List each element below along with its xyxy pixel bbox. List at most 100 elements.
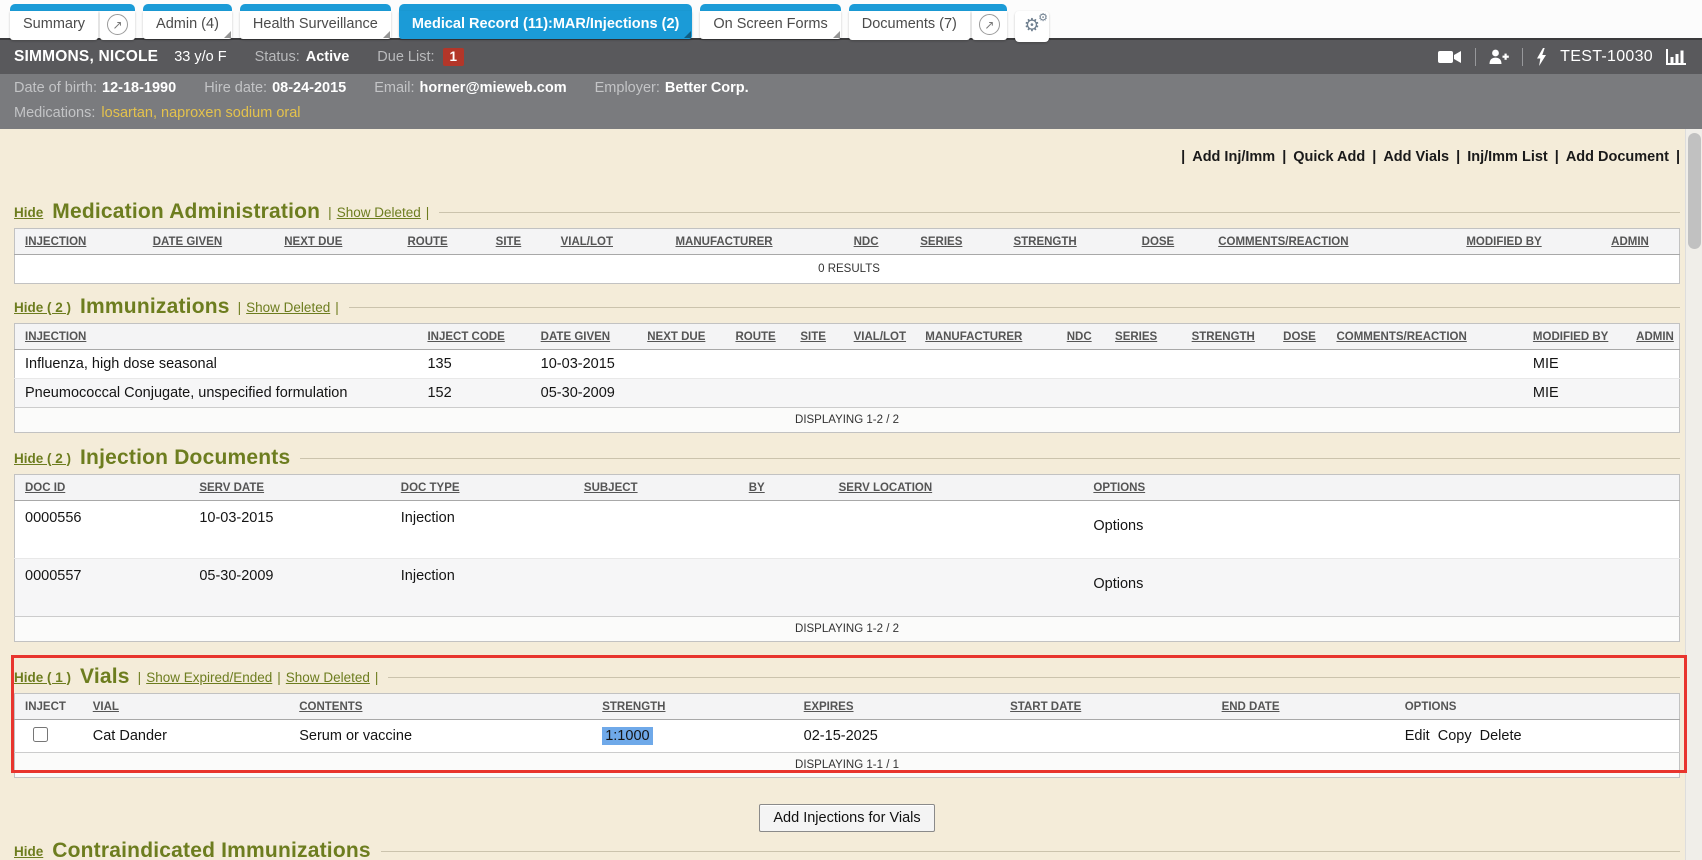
column-header[interactable]: VIAL <box>83 694 289 720</box>
hide-vials-link[interactable]: Hide ( 1 ) <box>14 670 71 685</box>
column-header[interactable]: VIAL/LOT <box>844 324 916 350</box>
employer-value: Better Corp. <box>665 80 749 96</box>
column-header[interactable]: CONTENTS <box>289 694 592 720</box>
vials-section: Hide ( 1 ) Vials |Show Expired/Ended|Sho… <box>14 666 1680 778</box>
vials-table: INJECT VIAL CONTENTS STRENGTH EXPIRES ST… <box>14 693 1680 778</box>
options-link[interactable]: Options <box>1093 518 1143 534</box>
column-header[interactable]: SUBJECT <box>574 475 739 501</box>
quick-add-link[interactable]: Quick Add <box>1293 149 1365 165</box>
column-header[interactable]: DATE GIVEN <box>531 324 638 350</box>
column-header[interactable]: END DATE <box>1212 694 1395 720</box>
column-header[interactable]: NDC <box>1057 324 1105 350</box>
column-header[interactable]: DATE GIVEN <box>143 229 275 255</box>
column-header[interactable]: OPTIONS <box>1083 475 1679 501</box>
gear-small-icon: ⚙ <box>1038 11 1048 26</box>
tab-medical-record[interactable]: Medical Record (11):MAR/Injections (2) <box>399 11 693 39</box>
column-header[interactable]: MANUFACTURER <box>915 324 1057 350</box>
tab-documents-popout[interactable]: ↗ <box>972 11 1007 40</box>
column-header[interactable]: INJECTION <box>15 324 418 350</box>
add-document-link[interactable]: Add Document <box>1566 149 1669 165</box>
add-inj-imm-link[interactable]: Add Inj/Imm <box>1192 149 1275 165</box>
settings-button[interactable]: ⚙⚙ <box>1015 11 1049 42</box>
show-deleted-link[interactable]: Show Deleted <box>246 300 330 315</box>
column-header[interactable]: MODIFIED BY <box>1456 229 1601 255</box>
column-header[interactable]: SERV DATE <box>189 475 390 501</box>
tab-health-surveillance[interactable]: Health Surveillance <box>240 11 391 39</box>
column-header[interactable]: START DATE <box>1000 694 1211 720</box>
medications-links[interactable]: losartan, naproxen sodium oral <box>101 105 300 121</box>
copy-vial-link[interactable]: Copy <box>1438 728 1472 744</box>
show-deleted-link[interactable]: Show Deleted <box>337 205 421 220</box>
column-header[interactable]: BY <box>739 475 829 501</box>
column-header[interactable]: NEXT DUE <box>274 229 397 255</box>
due-list-count-badge[interactable]: 1 <box>443 48 465 66</box>
column-header[interactable]: DOSE <box>1132 229 1209 255</box>
tab-on-screen-forms[interactable]: On Screen Forms <box>700 11 840 39</box>
column-header[interactable]: DOC TYPE <box>391 475 574 501</box>
options-link[interactable]: Options <box>1093 576 1143 592</box>
column-header[interactable]: STRENGTH <box>592 694 793 720</box>
inj-imm-list-link[interactable]: Inj/Imm List <box>1467 149 1548 165</box>
column-header[interactable]: EXPIRES <box>794 694 1000 720</box>
tab-documents-label: Documents (7) <box>862 16 957 32</box>
column-header[interactable]: DOSE <box>1273 324 1326 350</box>
column-header[interactable]: ADMIN <box>1601 229 1679 255</box>
column-header[interactable]: COMMENTS/REACTION <box>1208 229 1456 255</box>
column-header[interactable]: DOC ID <box>15 475 190 501</box>
injection-documents-section: Hide ( 2 ) Injection Documents DOC ID SE… <box>14 447 1680 642</box>
empty-results-row: 0 RESULTS <box>15 255 1680 284</box>
column-header[interactable]: MODIFIED BY <box>1523 324 1626 350</box>
column-header[interactable]: SERIES <box>1105 324 1182 350</box>
injection-name: Pneumococcal Conjugate, unspecified form… <box>15 379 418 408</box>
delete-vial-link[interactable]: Delete <box>1480 728 1522 744</box>
injection-documents-title: Injection Documents <box>80 447 290 469</box>
vertical-scrollbar[interactable] <box>1685 129 1702 860</box>
hide-contraindicated-link[interactable]: Hide <box>14 844 43 859</box>
displaying-text: DISPLAYING 1-2 / 2 <box>15 617 1680 642</box>
column-header[interactable]: COMMENTS/REACTION <box>1326 324 1522 350</box>
column-header[interactable]: ROUTE <box>397 229 485 255</box>
hide-medication-administration-link[interactable]: Hide <box>14 205 43 220</box>
column-header[interactable]: STRENGTH <box>1003 229 1131 255</box>
separator: | <box>335 300 339 315</box>
column-header[interactable]: NDC <box>844 229 911 255</box>
hide-injection-documents-link[interactable]: Hide ( 2 ) <box>14 451 71 466</box>
column-header[interactable]: NEXT DUE <box>637 324 725 350</box>
edit-vial-link[interactable]: Edit <box>1405 728 1430 744</box>
video-call-icon[interactable] <box>1438 50 1462 64</box>
add-user-icon[interactable] <box>1489 49 1509 65</box>
column-header[interactable]: VIAL/LOT <box>551 229 666 255</box>
email-label: Email: <box>374 80 414 96</box>
scrollbar-thumb[interactable] <box>1688 133 1701 249</box>
column-header[interactable]: STRENGTH <box>1182 324 1274 350</box>
show-expired-ended-link[interactable]: Show Expired/Ended <box>146 670 272 685</box>
add-vials-link[interactable]: Add Vials <box>1383 149 1449 165</box>
column-header[interactable]: SITE <box>790 324 843 350</box>
modified-by: MIE <box>1523 379 1626 408</box>
column-header[interactable]: ROUTE <box>725 324 790 350</box>
status-label: Status: <box>255 49 300 65</box>
tab-summary-popout[interactable]: ↗ <box>100 11 135 40</box>
column-header[interactable]: MANUFACTURER <box>665 229 843 255</box>
column-header[interactable]: INJECT CODE <box>417 324 530 350</box>
contraindicated-immunizations-header: Hide Contraindicated Immunizations <box>14 840 1680 860</box>
column-header[interactable]: SERV LOCATION <box>829 475 1084 501</box>
displaying-text: DISPLAYING 1-1 / 1 <box>15 753 1680 778</box>
patient-age-sex: 33 y/o F <box>174 49 226 65</box>
show-deleted-link[interactable]: Show Deleted <box>286 670 370 685</box>
table-footer-row: DISPLAYING 1-1 / 1 <box>15 753 1680 778</box>
section-rule <box>388 677 1680 678</box>
column-header[interactable]: SITE <box>486 229 551 255</box>
tab-health-surveillance-label: Health Surveillance <box>253 16 378 32</box>
hide-immunizations-link[interactable]: Hide ( 2 ) <box>14 300 71 315</box>
tab-documents[interactable]: Documents (7) <box>849 11 970 40</box>
quick-actions-lightning-icon[interactable] <box>1536 48 1547 66</box>
column-header[interactable]: SERIES <box>910 229 1003 255</box>
column-header[interactable]: ADMIN <box>1626 324 1679 350</box>
tab-summary[interactable]: Summary <box>10 11 98 40</box>
add-injections-for-vials-button[interactable]: Add Injections for Vials <box>759 804 934 832</box>
tab-admin[interactable]: Admin (4) <box>143 11 232 39</box>
vial-select-checkbox[interactable] <box>33 727 48 742</box>
chart-stats-icon[interactable] <box>1666 49 1686 65</box>
column-header[interactable]: INJECTION <box>15 229 143 255</box>
